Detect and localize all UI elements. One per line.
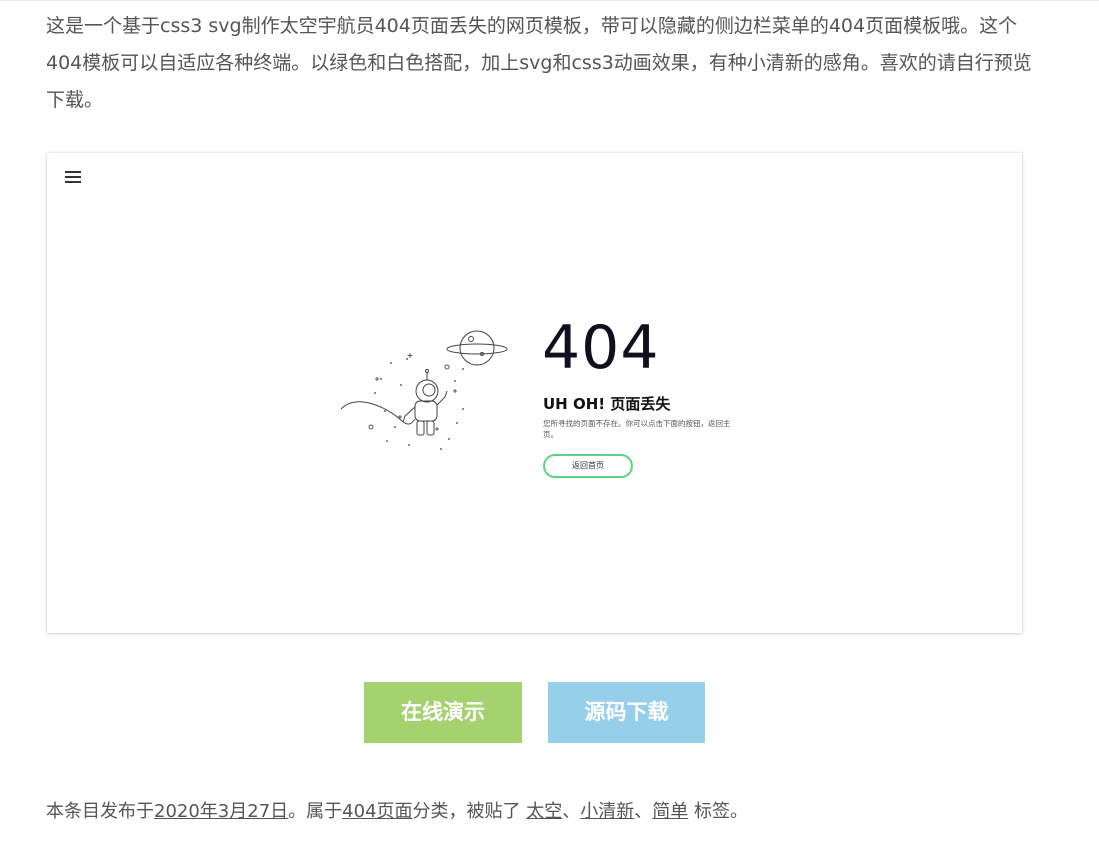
top-divider (0, 0, 1099, 1)
tag-link-fresh[interactable]: 小清新 (580, 801, 634, 822)
post-date-link[interactable]: 2020年3月27日 (154, 801, 288, 822)
tag-separator: 、 (634, 801, 653, 822)
source-download-button[interactable]: 源码下载 (548, 682, 705, 743)
template-preview[interactable]: 404 UH OH! 页面丢失 您所寻找的页面不存在。你可以点击下面的按钮，返回… (47, 153, 1022, 633)
error-title: UH OH! 页面丢失 (543, 395, 671, 413)
error-message: 您所寻找的页面不存在。你可以点击下面的按钮，返回主页。 (543, 419, 731, 439)
post-meta: 本条目发布于2020年3月27日。属于404页面分类，被贴了 太空、小清新、简单… (46, 797, 748, 827)
meta-after-date: 。属于 (288, 801, 343, 822)
astronaut-planet-illustration (340, 330, 508, 450)
category-link[interactable]: 404页面 (342, 801, 412, 822)
back-home-button[interactable]: 返回首页 (543, 454, 633, 478)
tag-link-space[interactable]: 太空 (526, 801, 562, 822)
tag-link-simple[interactable]: 简单 (652, 801, 688, 822)
online-demo-button[interactable]: 在线演示 (364, 682, 522, 743)
tag-separator: 、 (562, 801, 581, 822)
meta-suffix: 标签。 (688, 801, 748, 822)
hamburger-menu-icon[interactable] (65, 169, 81, 183)
meta-prefix: 本条目发布于 (46, 801, 154, 822)
meta-after-category: 分类，被贴了 (412, 801, 527, 822)
error-code: 404 (542, 313, 660, 383)
intro-paragraph: 这是一个基于css3 svg制作太空宇航员404页面丢失的网页模板，带可以隐藏的… (46, 15, 1032, 111)
